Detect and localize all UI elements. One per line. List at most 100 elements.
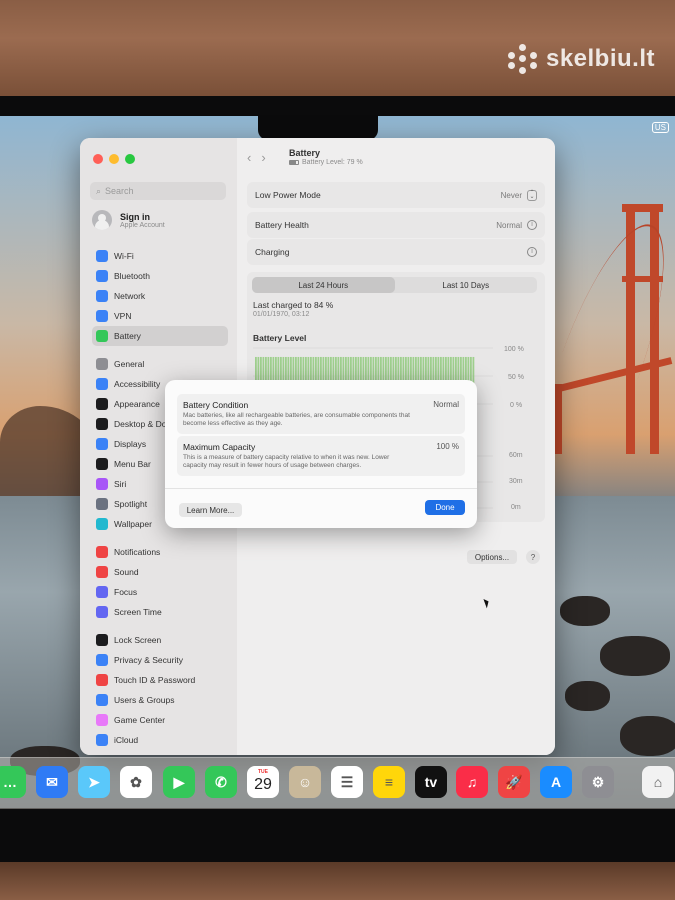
messages-icon[interactable]: …: [0, 766, 26, 798]
launchpad-icon[interactable]: 🚀: [498, 766, 530, 798]
tab-last-10-days[interactable]: Last 10 Days: [395, 277, 538, 293]
sidebar-item-label: Lock Screen: [114, 635, 162, 645]
tab-last-24-hours[interactable]: Last 24 Hours: [252, 277, 395, 293]
battery-health-value: Normal: [496, 220, 522, 230]
window-controls: [93, 154, 135, 164]
sidebar-item-label: Bluetooth: [114, 271, 150, 281]
dialog-divider: [165, 488, 477, 489]
low-power-mode-value: Never: [500, 190, 522, 200]
hand-icon: [96, 654, 108, 666]
sidebar-item-battery[interactable]: Battery: [92, 326, 228, 346]
wallpaper-rock: [620, 716, 675, 756]
fingerprint-icon: [96, 674, 108, 686]
sidebar-item-label: VPN: [114, 311, 132, 321]
y-tick-label: 100 %: [504, 346, 524, 353]
info-icon[interactable]: i: [527, 220, 537, 230]
sidebar-item-sound[interactable]: Sound: [92, 562, 228, 582]
sidebar-item-label: Appearance: [114, 399, 160, 409]
options-button[interactable]: Options...: [467, 550, 517, 564]
maps-icon[interactable]: ➤: [78, 766, 110, 798]
input-source-badge[interactable]: US: [651, 122, 669, 133]
sidebar-item-bluetooth[interactable]: Bluetooth: [92, 266, 228, 286]
wallpaper-rock: [565, 681, 610, 711]
dock-icon-glyph: …: [3, 774, 17, 790]
dock-icon-glyph: tv: [424, 774, 438, 790]
y-tick-label: 0 %: [510, 402, 523, 409]
photos-icon[interactable]: ✿: [120, 766, 152, 798]
forward-button[interactable]: ›: [261, 150, 265, 165]
gear-icon: [96, 358, 108, 370]
sidebar-item-wi-fi[interactable]: Wi-Fi: [92, 246, 228, 266]
sidebar-item-label: Notifications: [114, 547, 161, 557]
calendar-month: TUE: [258, 769, 268, 775]
bridge-beam: [622, 204, 663, 212]
watermark: skelbiu.lt: [507, 44, 655, 74]
app-store-icon[interactable]: A: [540, 766, 572, 798]
hourglass-icon: [96, 606, 108, 618]
notes-icon[interactable]: ≡: [373, 766, 405, 798]
sidebar-item-label: Network: [114, 291, 146, 301]
battery-level-chart-title: Battery Level: [253, 333, 307, 343]
chevron-updown-icon: ⌃ ⌄: [527, 189, 537, 201]
search-input[interactable]: ⌕ Search: [90, 182, 226, 200]
done-button[interactable]: Done: [425, 500, 465, 515]
sidebar-item-label: Battery: [114, 331, 141, 341]
sidebar-item-network[interactable]: Network: [92, 286, 228, 306]
sidebar-item-screen-time[interactable]: Screen Time: [92, 602, 228, 622]
battery-condition-description: Mac batteries, like all rechargeable bat…: [183, 412, 410, 427]
sidebar-item-label: Screen Time: [114, 607, 162, 617]
sidebar-item-label: iCloud: [114, 735, 139, 745]
sidebar-item-privacy-security[interactable]: Privacy & Security: [92, 650, 228, 670]
close-button[interactable]: [93, 154, 103, 164]
sidebar-item-general[interactable]: General: [92, 354, 228, 374]
music-icon[interactable]: ♫: [456, 766, 488, 798]
display-icon: [96, 438, 108, 450]
learn-more-button[interactable]: Learn More...: [179, 503, 242, 517]
cloud-icon: [96, 734, 108, 746]
sidebar-item-focus[interactable]: Focus: [92, 582, 228, 602]
help-button[interactable]: ?: [526, 550, 540, 564]
sidebar-item-label: Focus: [114, 587, 138, 597]
mail-icon[interactable]: ✉: [36, 766, 68, 798]
sidebar-item-label: Game Center: [114, 715, 166, 725]
info-icon[interactable]: i: [527, 247, 537, 257]
sidebar-item-users-groups[interactable]: Users & Groups: [92, 690, 228, 710]
account-subtitle: Apple Account: [120, 221, 165, 229]
charging-label: Charging: [255, 247, 290, 257]
battery-condition-section: Battery Condition Normal Mac batteries, …: [177, 394, 465, 434]
y-tick-label: 50 %: [508, 374, 524, 381]
sidebar-item-touch-id-password[interactable]: Touch ID & Password: [92, 670, 228, 690]
system-settings-icon[interactable]: ⚙: [582, 766, 614, 798]
tv-icon[interactable]: tv: [415, 766, 447, 798]
dock-icon-glyph: ✉: [46, 773, 58, 790]
sidebar-item-lock-screen[interactable]: Lock Screen: [92, 630, 228, 650]
search-icon: ⌕: [96, 185, 102, 196]
sidebar-item-vpn[interactable]: VPN: [92, 306, 228, 326]
low-power-mode-select[interactable]: Never ⌃ ⌄: [500, 189, 537, 201]
dock-icon-glyph: ⚙: [591, 773, 605, 790]
charging-row: Charging i: [247, 239, 545, 265]
calendar-icon[interactable]: TUE 29: [247, 766, 279, 798]
low-power-mode-label: Low Power Mode: [255, 190, 321, 200]
siri-icon: [96, 478, 108, 490]
speaker-icon: [96, 566, 108, 578]
page-title: Battery: [289, 148, 321, 158]
time-range-segmented-control: Last 24 Hours Last 10 Days: [252, 277, 537, 293]
sidebar-item-label: Users & Groups: [114, 695, 175, 705]
back-button[interactable]: ‹: [247, 150, 251, 165]
page-subtitle: Battery Level: 79 %: [289, 159, 363, 166]
battery-icon: [96, 330, 108, 342]
reminders-icon[interactable]: ☰: [331, 766, 363, 798]
sidebar-item-game-center[interactable]: Game Center: [92, 710, 228, 730]
contacts-icon[interactable]: ☺: [289, 766, 321, 798]
navigation-buttons: ‹ ›: [247, 150, 266, 165]
minimize-button[interactable]: [109, 154, 119, 164]
sidebar-item-notifications[interactable]: Notifications: [92, 542, 228, 562]
sidebar-item-icloud[interactable]: iCloud: [92, 730, 228, 750]
home-icon[interactable]: ⌂: [642, 766, 674, 798]
phone-icon[interactable]: ✆: [205, 766, 237, 798]
facetime-icon[interactable]: ▶: [163, 766, 195, 798]
apple-account[interactable]: Sign in Apple Account: [92, 210, 165, 230]
zoom-button[interactable]: [125, 154, 135, 164]
